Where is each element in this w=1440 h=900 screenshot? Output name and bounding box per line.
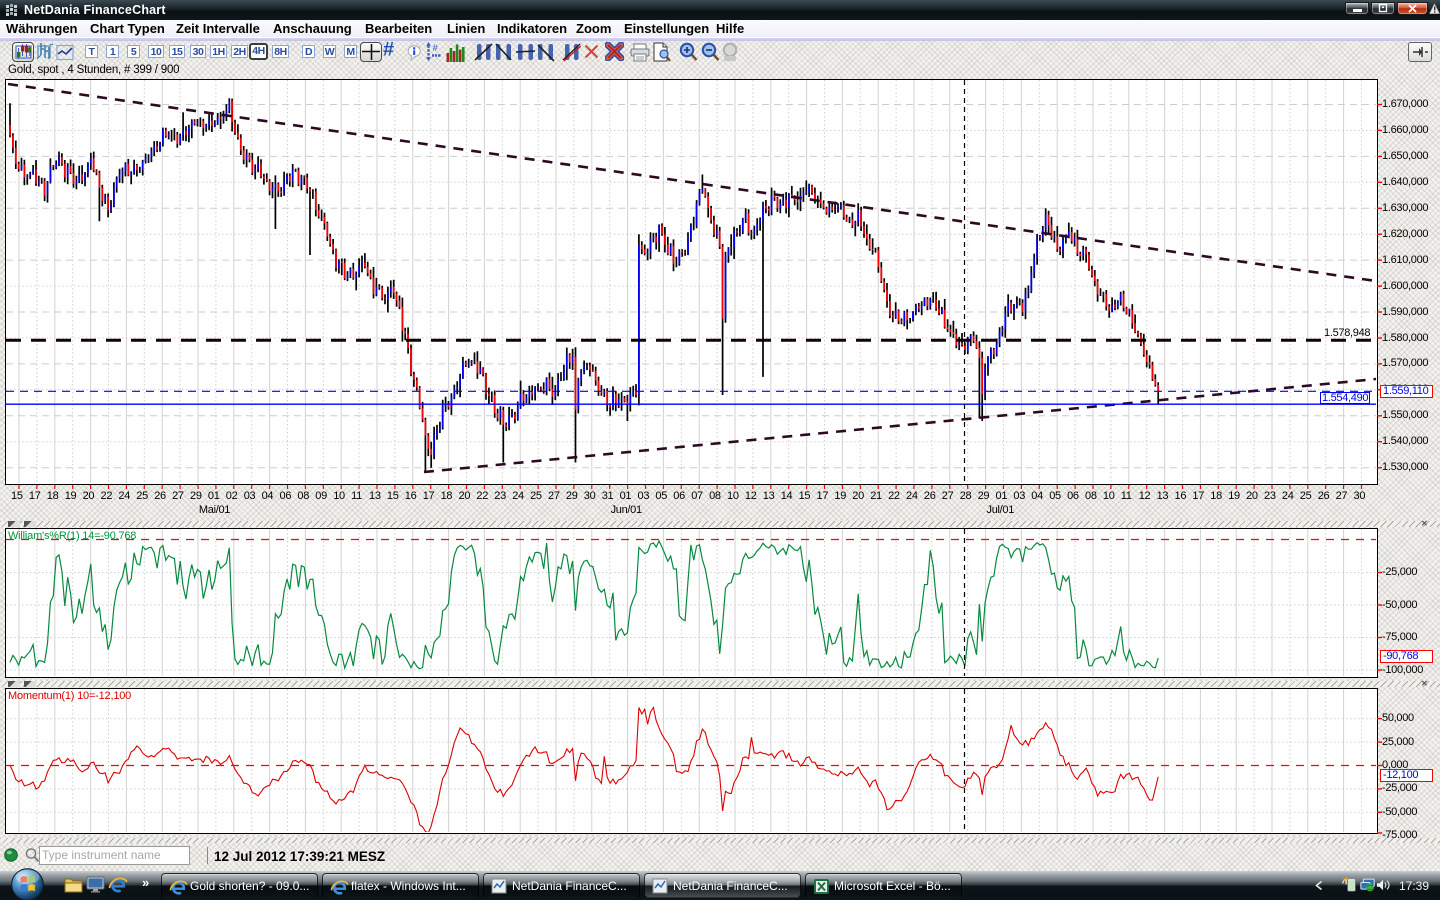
svg-text:#: # — [433, 43, 439, 54]
